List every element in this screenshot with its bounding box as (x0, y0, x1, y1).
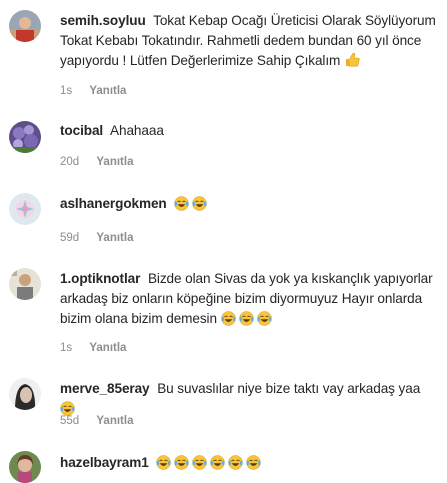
tears-of-joy-icon (256, 311, 272, 326)
comment-username[interactable]: aslhanergokmen (60, 196, 167, 211)
comment-time: 59d (60, 232, 80, 244)
comment-text: Ahahaaa (110, 123, 164, 138)
tears-of-joy-icon (174, 455, 190, 470)
thumbs-up-icon (344, 51, 361, 68)
tears-of-joy-icon (246, 455, 262, 470)
avatar[interactable] (9, 121, 41, 153)
comment-username[interactable]: semih.soyluu (60, 13, 146, 28)
avatar[interactable] (9, 268, 41, 300)
avatar[interactable] (9, 378, 41, 410)
tears-of-joy-icon (238, 311, 254, 326)
tears-of-joy-icon (228, 455, 244, 470)
avatar[interactable] (9, 193, 41, 225)
avatar[interactable] (9, 10, 41, 42)
comment-text: Bu suvaslılar niye bize taktı vay arkada… (157, 381, 421, 396)
comment-username[interactable]: 1.optiknotlar (60, 271, 140, 286)
reply-button[interactable]: Yanıtla (89, 341, 126, 355)
tears-of-joy-icon (174, 196, 190, 211)
comment-time: 20d (60, 156, 80, 168)
comment-time: 1s (60, 342, 73, 354)
comment-username[interactable]: hazelbayram1 (60, 455, 149, 470)
comment-username[interactable]: merve_85eray (60, 381, 150, 396)
avatar[interactable] (9, 451, 41, 483)
comment-time: 1s (60, 85, 73, 97)
reply-button[interactable]: Yanıtla (96, 155, 133, 169)
tears-of-joy-icon (192, 455, 208, 470)
reply-button[interactable]: Yanıtla (96, 231, 133, 245)
comment-username[interactable]: tocibal (60, 123, 103, 138)
reply-button[interactable]: Yanıtla (96, 414, 133, 428)
tears-of-joy-icon (156, 455, 172, 470)
tears-of-joy-icon (220, 311, 236, 326)
tears-of-joy-icon (192, 196, 208, 211)
tears-of-joy-icon (210, 455, 226, 470)
reply-button[interactable]: Yanıtla (89, 84, 126, 98)
comment-time: 55d (60, 415, 80, 427)
